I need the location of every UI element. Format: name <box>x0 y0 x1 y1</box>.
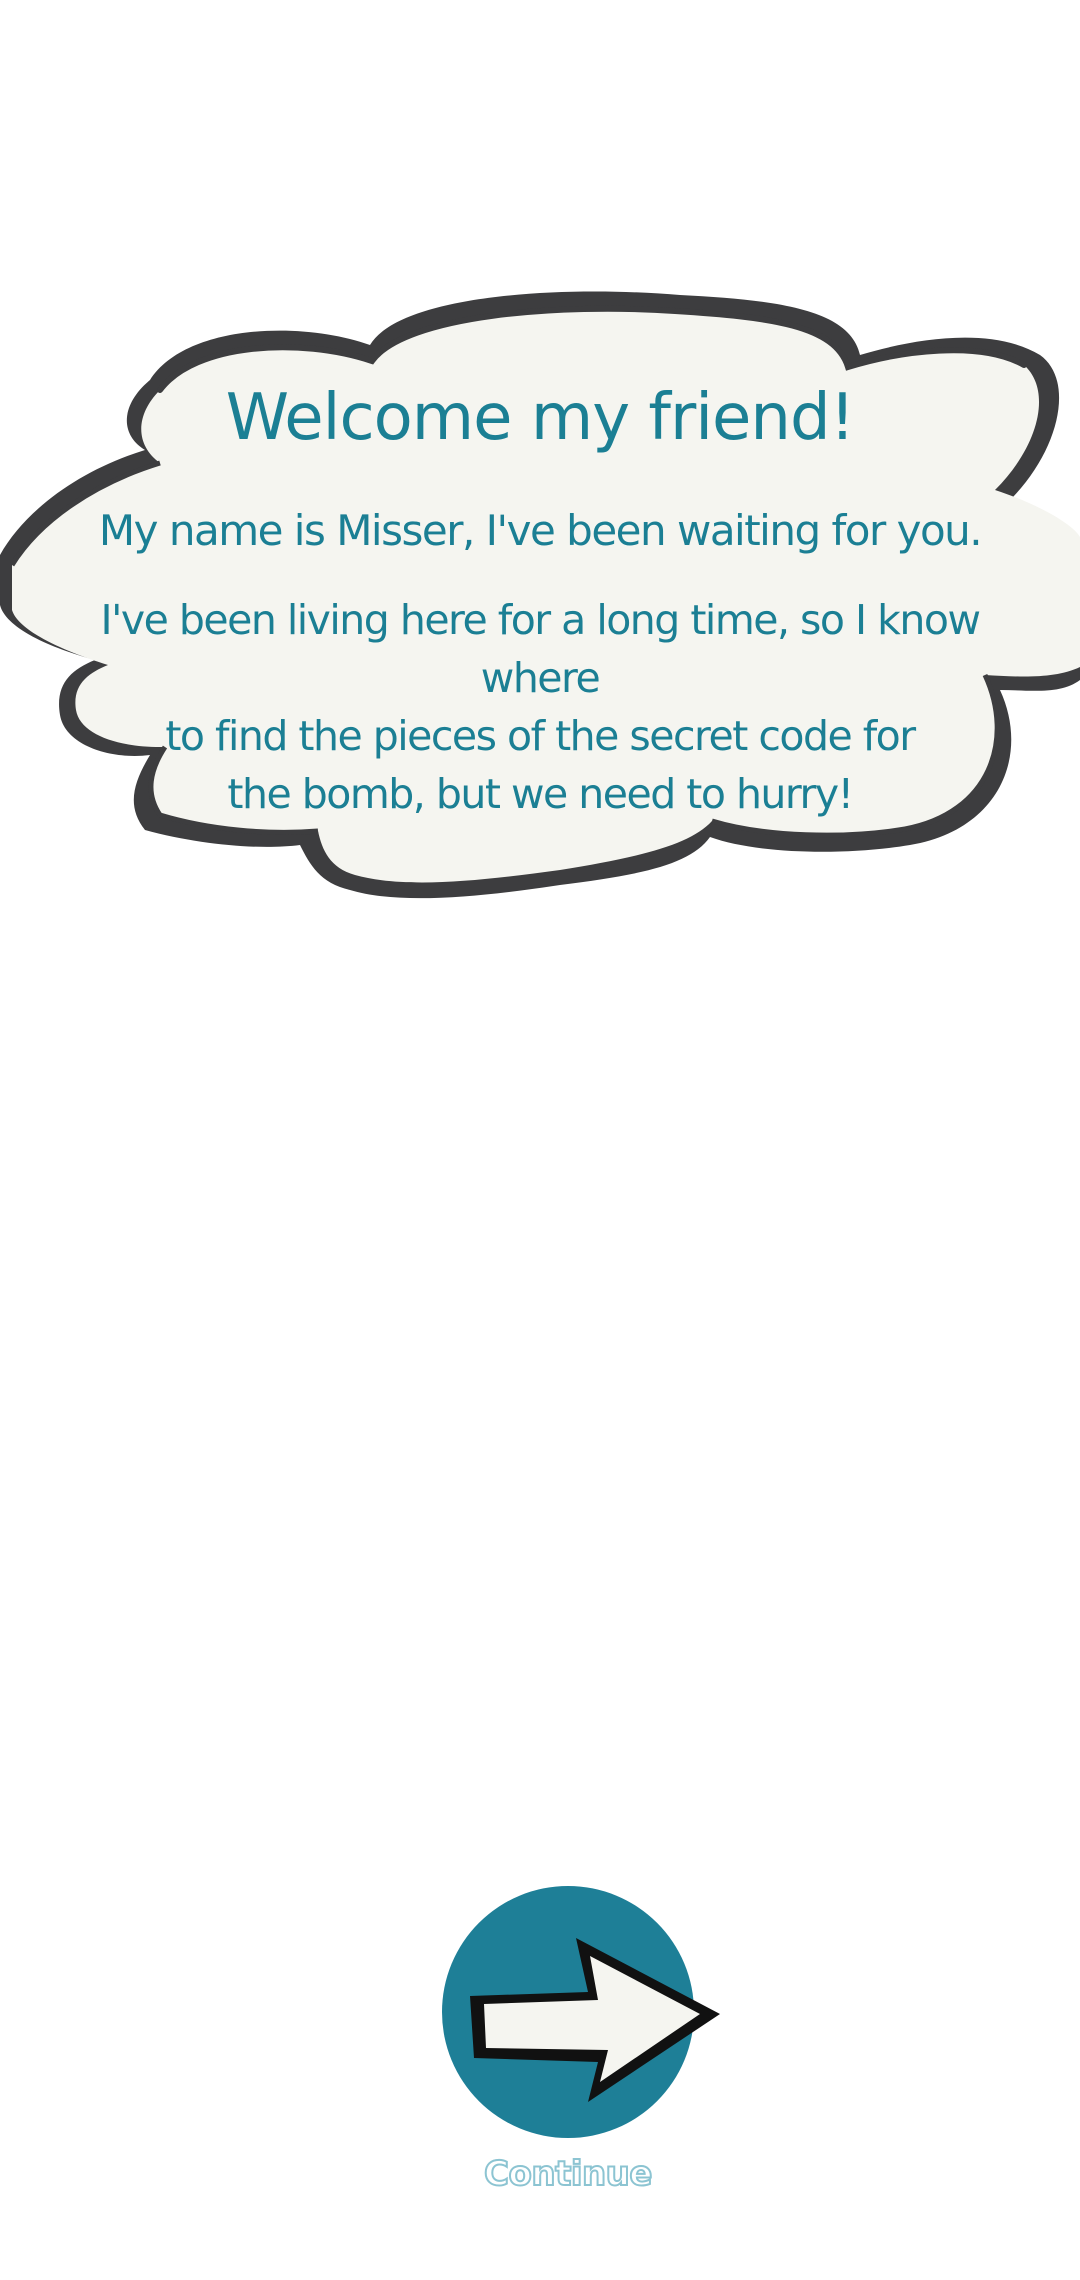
dialog-line-story-part: to find the pieces of the secret code fo… <box>165 712 916 760</box>
speech-cloud: Welcome my friend! My name is Misser, I'… <box>0 285 1080 915</box>
game-screen: Welcome my friend! My name is Misser, I'… <box>0 0 1080 2280</box>
dialog-line-intro: My name is Misser, I've been waiting for… <box>98 506 983 555</box>
dialog-line-story-part: the bomb, but we need to hurry! <box>227 770 854 818</box>
dialog-title: Welcome my friend! <box>225 381 856 455</box>
dialog-line-story-part: I've been living here for a long time, s… <box>100 596 981 702</box>
arrow-right-icon <box>442 1886 720 2138</box>
dialog-line-story: I've been living here for a long time, s… <box>40 591 1040 823</box>
continue-button[interactable] <box>442 1886 720 2138</box>
continue-label[interactable]: Continue <box>436 2153 700 2195</box>
continue-control: Continue <box>436 1886 720 2196</box>
